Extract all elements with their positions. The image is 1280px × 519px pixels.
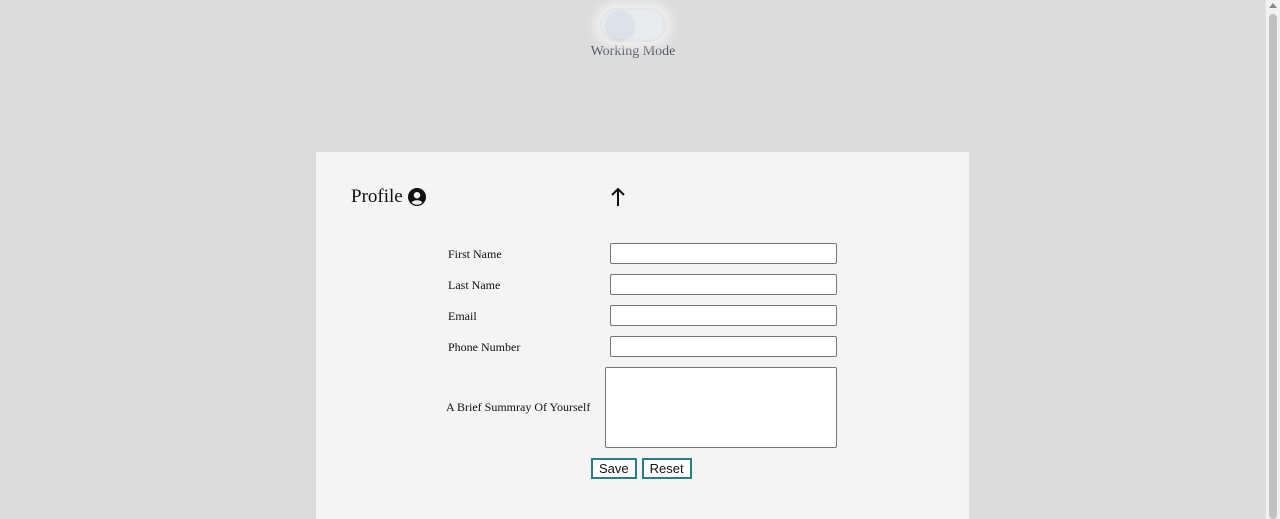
form-buttons: Save Reset: [591, 458, 692, 479]
first-name-label: First Name: [448, 247, 502, 261]
profile-title: Profile: [351, 186, 403, 207]
vertical-scrollbar[interactable]: [1265, 0, 1280, 519]
phone-input[interactable]: [610, 336, 837, 357]
working-mode-toggle-group: Working Mode: [583, 0, 683, 60]
working-mode-label: Working Mode: [590, 44, 676, 59]
reset-button[interactable]: Reset: [641, 458, 692, 479]
scroll-up-arrow-icon[interactable]: [1269, 3, 1277, 8]
profile-header: Profile: [351, 186, 426, 208]
email-label: Email: [448, 309, 477, 323]
profile-card: Profile First Name Last Name Email Phone…: [316, 152, 969, 519]
last-name-input[interactable]: [610, 274, 837, 295]
scroll-thumb[interactable]: [1269, 14, 1277, 519]
summary-label: A Brief Summray Of Yourself: [446, 400, 591, 414]
last-name-label: Last Name: [448, 278, 501, 292]
save-button[interactable]: Save: [591, 458, 637, 479]
phone-label: Phone Number: [448, 340, 521, 354]
toggle-knob: [606, 11, 634, 39]
working-mode-toggle[interactable]: [600, 8, 666, 42]
arrow-up-icon[interactable]: [608, 186, 628, 208]
summary-textarea[interactable]: [605, 367, 837, 448]
email-input[interactable]: [610, 305, 837, 326]
user-circle-icon: [407, 188, 426, 206]
first-name-input[interactable]: [610, 243, 837, 264]
page: Working Mode Profile First Name Last Nam…: [0, 0, 1280, 519]
